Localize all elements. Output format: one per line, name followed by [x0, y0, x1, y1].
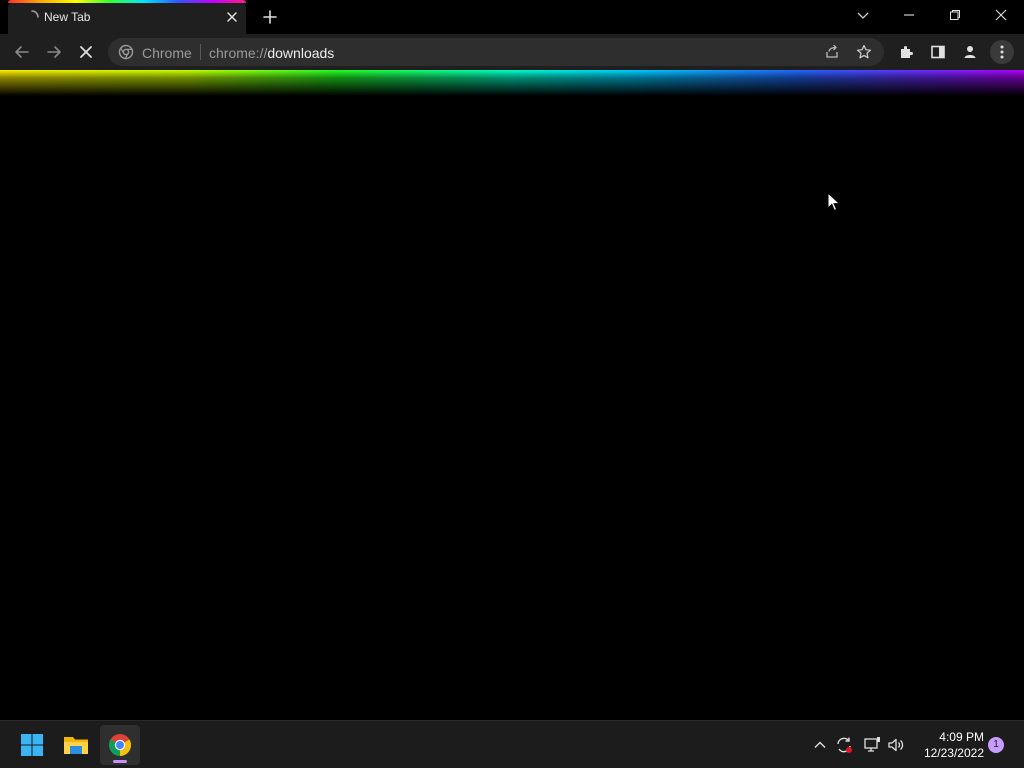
- loading-icon: [31, 10, 39, 18]
- chrome-site-icon: [118, 44, 134, 60]
- file-explorer-icon: [64, 737, 88, 754]
- side-panel-button[interactable]: [926, 40, 950, 64]
- taskbar: 4:09 PM 12/23/2022 1: [0, 720, 1024, 768]
- share-button[interactable]: [822, 42, 842, 62]
- tab-search-button[interactable]: [840, 0, 886, 30]
- new-tab-button[interactable]: [260, 7, 280, 27]
- tab-rainbow-border: [8, 0, 246, 3]
- mouse-cursor-icon: [827, 192, 841, 212]
- bookmark-button[interactable]: [854, 42, 874, 62]
- tab-new-tab[interactable]: New Tab: [8, 0, 246, 34]
- chrome-taskbar-button[interactable]: [100, 725, 140, 765]
- tab-strip: New Tab: [0, 0, 1024, 34]
- volume-icon: [888, 738, 904, 752]
- sync-tray-button[interactable]: [834, 735, 854, 755]
- back-button[interactable]: [10, 40, 34, 64]
- start-button[interactable]: [12, 725, 52, 765]
- chevron-up-icon: [814, 741, 826, 748]
- extensions-icon: [901, 46, 913, 58]
- site-chip-label: Chrome: [142, 45, 192, 61]
- url-text: chrome://downloads: [209, 45, 334, 61]
- clock-time: 4:09 PM: [939, 730, 984, 744]
- side-panel-icon: [931, 45, 945, 59]
- bookmark-star-icon: [856, 44, 872, 59]
- screen: New Tab Chrome chrome://downloads 4:09 P…: [0, 0, 1024, 768]
- forward-icon: [47, 46, 61, 58]
- sync-icon: [837, 737, 852, 753]
- share-icon: [826, 44, 838, 58]
- network-tray-button[interactable]: [862, 735, 882, 755]
- stop-icon: [80, 46, 92, 58]
- toolbar: Chrome chrome://downloads: [0, 34, 1024, 70]
- menu-button[interactable]: [990, 40, 1014, 64]
- tab-search-icon: [857, 12, 869, 19]
- close-icon: [995, 9, 1007, 21]
- profile-button[interactable]: [958, 40, 982, 64]
- stop-button[interactable]: [74, 40, 98, 64]
- clock-date: 12/23/2022: [923, 746, 984, 760]
- notification-badge[interactable]: 1: [988, 737, 1004, 753]
- active-app-indicator: [113, 760, 127, 763]
- rainbow-glow-border: [0, 70, 1024, 96]
- page-content[interactable]: [0, 96, 1024, 720]
- minimize-icon: [904, 14, 914, 16]
- minimize-button[interactable]: [886, 0, 932, 30]
- back-icon: [15, 46, 29, 58]
- close-window-button[interactable]: [978, 0, 1024, 30]
- close-tab-icon[interactable]: [224, 9, 240, 25]
- windows-start-icon: [21, 734, 43, 756]
- profile-icon: [964, 46, 976, 58]
- extensions-button[interactable]: [894, 40, 918, 64]
- chrome-icon: [109, 734, 131, 756]
- taskbar-clock[interactable]: 4:09 PM 12/23/2022: [914, 729, 984, 761]
- forward-button[interactable]: [42, 40, 66, 64]
- url-scheme: chrome://: [209, 45, 268, 61]
- file-explorer-button[interactable]: [56, 725, 96, 765]
- tab-title: New Tab: [44, 10, 91, 24]
- restore-icon: [950, 10, 960, 20]
- menu-icon: [1000, 45, 1004, 59]
- show-hidden-icons-button[interactable]: [810, 735, 830, 755]
- address-bar[interactable]: Chrome chrome://downloads: [108, 38, 884, 66]
- network-icon: [864, 737, 880, 752]
- omnibox-divider: [200, 44, 201, 60]
- url-host: downloads: [267, 45, 335, 61]
- volume-tray-button[interactable]: [886, 735, 906, 755]
- restore-button[interactable]: [932, 0, 978, 30]
